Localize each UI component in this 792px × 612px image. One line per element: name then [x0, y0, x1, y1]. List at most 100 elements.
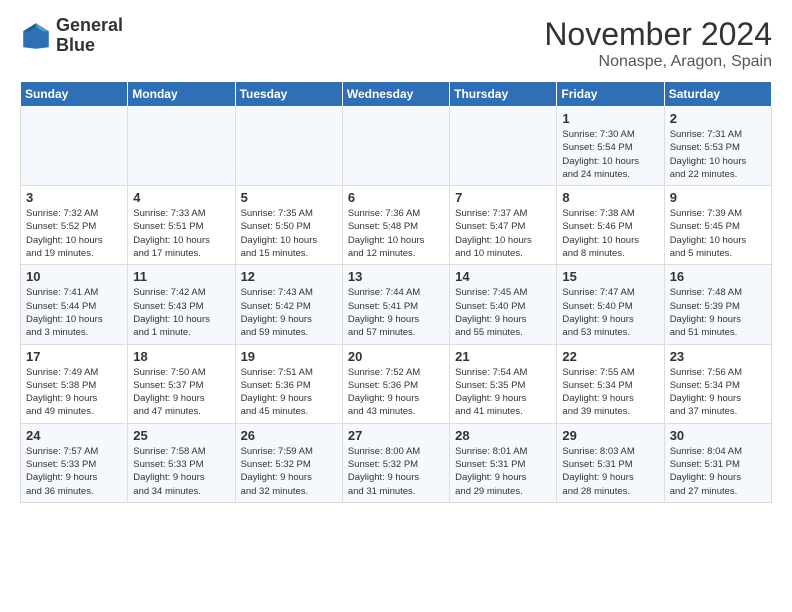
calendar-cell: 6Sunrise: 7:36 AM Sunset: 5:48 PM Daylig… — [342, 186, 449, 265]
day-number: 8 — [562, 190, 658, 205]
day-info: Sunrise: 7:41 AM Sunset: 5:44 PM Dayligh… — [26, 286, 122, 339]
day-number: 4 — [133, 190, 229, 205]
day-number: 24 — [26, 428, 122, 443]
calendar-cell — [235, 107, 342, 186]
calendar-cell: 16 Sunrise: 7:48 AM Sunset: 5:39 PM Dayli… — [664, 265, 771, 344]
page-header: General Blue November 2024 Nonaspe, Arag… — [20, 16, 772, 71]
day-number: 10 — [26, 269, 122, 284]
day-number: 5 — [241, 190, 337, 205]
calendar-cell — [450, 107, 557, 186]
day-number: 21 — [455, 349, 551, 364]
day-info: Sunrise: 7:58 AM Sunset: 5:33 PM Dayligh… — [133, 445, 229, 498]
day-number: 20 — [348, 349, 444, 364]
logo: General Blue — [20, 16, 123, 56]
calendar-table: SundayMondayTuesdayWednesdayThursdayFrid… — [20, 81, 772, 503]
calendar-cell — [128, 107, 235, 186]
calendar-cell: 26 Sunrise: 7:59 AM Sunset: 5:32 PM Dayli… — [235, 423, 342, 502]
calendar-cell: 9 Sunrise: 7:39 AM Sunset: 5:45 PM Daylig… — [664, 186, 771, 265]
day-info: Sunrise: 7:30 AM Sunset: 5:54 PM Dayligh… — [562, 128, 658, 181]
day-number: 18 — [133, 349, 229, 364]
calendar-week-5: 24 Sunrise: 7:57 AM Sunset: 5:33 PM Dayli… — [21, 423, 772, 502]
weekday-header-friday: Friday — [557, 82, 664, 107]
calendar-week-2: 3Sunrise: 7:32 AM Sunset: 5:52 PM Daylig… — [21, 186, 772, 265]
calendar-cell: 3Sunrise: 7:32 AM Sunset: 5:52 PM Daylig… — [21, 186, 128, 265]
day-info: Sunrise: 7:48 AM Sunset: 5:39 PM Dayligh… — [670, 286, 766, 339]
day-info: Sunrise: 8:00 AM Sunset: 5:32 PM Dayligh… — [348, 445, 444, 498]
day-number: 17 — [26, 349, 122, 364]
day-number: 23 — [670, 349, 766, 364]
day-info: Sunrise: 7:51 AM Sunset: 5:36 PM Dayligh… — [241, 366, 337, 419]
calendar-cell — [342, 107, 449, 186]
day-number: 14 — [455, 269, 551, 284]
day-info: Sunrise: 7:49 AM Sunset: 5:38 PM Dayligh… — [26, 366, 122, 419]
calendar-cell: 24 Sunrise: 7:57 AM Sunset: 5:33 PM Dayli… — [21, 423, 128, 502]
day-info: Sunrise: 7:43 AM Sunset: 5:42 PM Dayligh… — [241, 286, 337, 339]
day-number: 28 — [455, 428, 551, 443]
day-number: 7 — [455, 190, 551, 205]
calendar-cell: 28 Sunrise: 8:01 AM Sunset: 5:31 PM Dayli… — [450, 423, 557, 502]
day-info: Sunrise: 8:03 AM Sunset: 5:31 PM Dayligh… — [562, 445, 658, 498]
day-info: Sunrise: 7:57 AM Sunset: 5:33 PM Dayligh… — [26, 445, 122, 498]
weekday-header-saturday: Saturday — [664, 82, 771, 107]
day-number: 9 — [670, 190, 766, 205]
day-number: 13 — [348, 269, 444, 284]
day-info: Sunrise: 8:01 AM Sunset: 5:31 PM Dayligh… — [455, 445, 551, 498]
day-number: 30 — [670, 428, 766, 443]
calendar-cell: 15 Sunrise: 7:47 AM Sunset: 5:40 PM Dayli… — [557, 265, 664, 344]
calendar-cell: 22 Sunrise: 7:55 AM Sunset: 5:34 PM Dayli… — [557, 344, 664, 423]
calendar-cell: 19 Sunrise: 7:51 AM Sunset: 5:36 PM Dayli… — [235, 344, 342, 423]
weekday-header-row: SundayMondayTuesdayWednesdayThursdayFrid… — [21, 82, 772, 107]
calendar-cell: 4 Sunrise: 7:33 AM Sunset: 5:51 PM Daylig… — [128, 186, 235, 265]
day-info: Sunrise: 7:39 AM Sunset: 5:45 PM Dayligh… — [670, 207, 766, 260]
page-container: General Blue November 2024 Nonaspe, Arag… — [0, 0, 792, 513]
calendar-cell: 5Sunrise: 7:35 AM Sunset: 5:50 PM Daylig… — [235, 186, 342, 265]
calendar-cell: 17 Sunrise: 7:49 AM Sunset: 5:38 PM Dayli… — [21, 344, 128, 423]
weekday-header-sunday: Sunday — [21, 82, 128, 107]
day-number: 16 — [670, 269, 766, 284]
day-number: 12 — [241, 269, 337, 284]
logo-icon — [20, 20, 52, 52]
day-number: 26 — [241, 428, 337, 443]
day-number: 11 — [133, 269, 229, 284]
day-info: Sunrise: 7:31 AM Sunset: 5:53 PM Dayligh… — [670, 128, 766, 181]
day-number: 19 — [241, 349, 337, 364]
day-info: Sunrise: 7:33 AM Sunset: 5:51 PM Dayligh… — [133, 207, 229, 260]
day-info: Sunrise: 7:55 AM Sunset: 5:34 PM Dayligh… — [562, 366, 658, 419]
calendar-cell: 29 Sunrise: 8:03 AM Sunset: 5:31 PM Dayli… — [557, 423, 664, 502]
calendar-week-1: 1 Sunrise: 7:30 AM Sunset: 5:54 PM Daylig… — [21, 107, 772, 186]
calendar-header: SundayMondayTuesdayWednesdayThursdayFrid… — [21, 82, 772, 107]
day-info: Sunrise: 7:47 AM Sunset: 5:40 PM Dayligh… — [562, 286, 658, 339]
day-info: Sunrise: 7:37 AM Sunset: 5:47 PM Dayligh… — [455, 207, 551, 260]
calendar-cell: 7 Sunrise: 7:37 AM Sunset: 5:47 PM Daylig… — [450, 186, 557, 265]
day-info: Sunrise: 7:56 AM Sunset: 5:34 PM Dayligh… — [670, 366, 766, 419]
calendar-cell: 13 Sunrise: 7:44 AM Sunset: 5:41 PM Dayli… — [342, 265, 449, 344]
day-info: Sunrise: 7:42 AM Sunset: 5:43 PM Dayligh… — [133, 286, 229, 339]
month-title: November 2024 — [544, 16, 772, 53]
day-info: Sunrise: 8:04 AM Sunset: 5:31 PM Dayligh… — [670, 445, 766, 498]
day-info: Sunrise: 7:44 AM Sunset: 5:41 PM Dayligh… — [348, 286, 444, 339]
calendar-week-3: 10 Sunrise: 7:41 AM Sunset: 5:44 PM Dayli… — [21, 265, 772, 344]
weekday-header-wednesday: Wednesday — [342, 82, 449, 107]
title-block: November 2024 Nonaspe, Aragon, Spain — [544, 16, 772, 71]
day-info: Sunrise: 7:54 AM Sunset: 5:35 PM Dayligh… — [455, 366, 551, 419]
calendar-cell: 25 Sunrise: 7:58 AM Sunset: 5:33 PM Dayli… — [128, 423, 235, 502]
logo-text: General Blue — [56, 16, 123, 56]
weekday-header-monday: Monday — [128, 82, 235, 107]
weekday-header-tuesday: Tuesday — [235, 82, 342, 107]
day-info: Sunrise: 7:50 AM Sunset: 5:37 PM Dayligh… — [133, 366, 229, 419]
calendar-body: 1 Sunrise: 7:30 AM Sunset: 5:54 PM Daylig… — [21, 107, 772, 503]
day-number: 25 — [133, 428, 229, 443]
calendar-cell: 30 Sunrise: 8:04 AM Sunset: 5:31 PM Dayli… — [664, 423, 771, 502]
calendar-week-4: 17 Sunrise: 7:49 AM Sunset: 5:38 PM Dayli… — [21, 344, 772, 423]
day-number: 1 — [562, 111, 658, 126]
day-number: 22 — [562, 349, 658, 364]
day-number: 15 — [562, 269, 658, 284]
day-number: 29 — [562, 428, 658, 443]
calendar-cell: 14Sunrise: 7:45 AM Sunset: 5:40 PM Dayli… — [450, 265, 557, 344]
calendar-cell: 11 Sunrise: 7:42 AM Sunset: 5:43 PM Dayli… — [128, 265, 235, 344]
day-info: Sunrise: 7:59 AM Sunset: 5:32 PM Dayligh… — [241, 445, 337, 498]
day-number: 2 — [670, 111, 766, 126]
weekday-header-thursday: Thursday — [450, 82, 557, 107]
calendar-cell: 27Sunrise: 8:00 AM Sunset: 5:32 PM Dayli… — [342, 423, 449, 502]
day-info: Sunrise: 7:36 AM Sunset: 5:48 PM Dayligh… — [348, 207, 444, 260]
